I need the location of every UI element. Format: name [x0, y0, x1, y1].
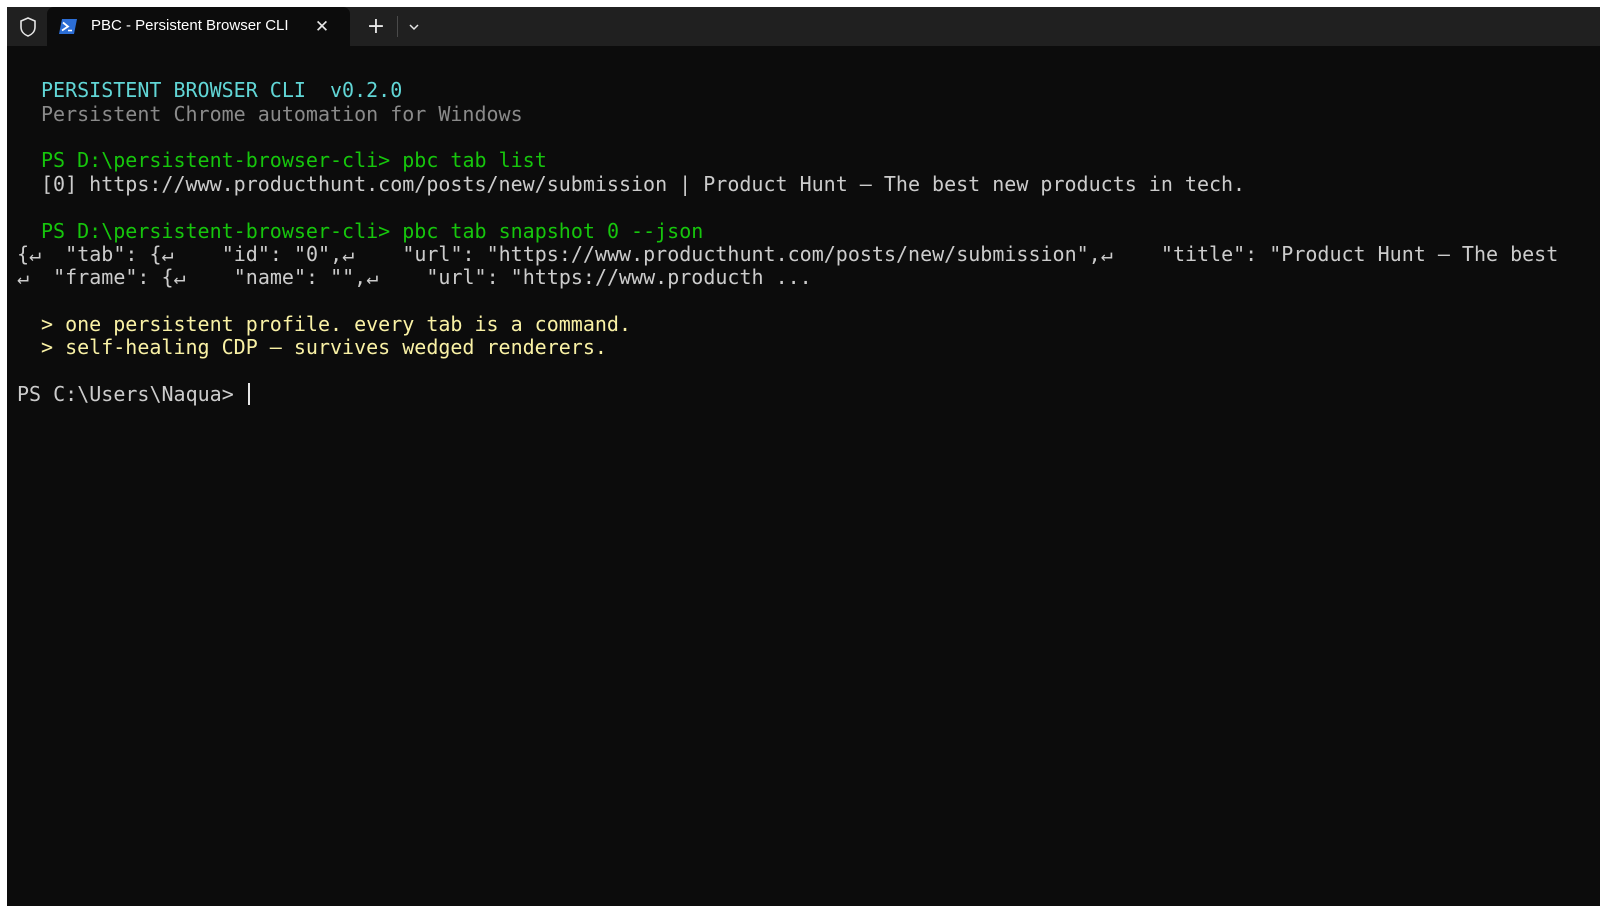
- tagline-2: > self-healing CDP – survives wedged ren…: [41, 335, 607, 359]
- powershell-icon: [58, 18, 78, 35]
- new-tab-button[interactable]: +: [362, 14, 390, 40]
- shield-icon[interactable]: [17, 16, 39, 38]
- banner-subtitle: Persistent Chrome automation for Windows: [41, 102, 523, 126]
- terminal-output[interactable]: PERSISTENT BROWSER CLI v0.2.0 Persistent…: [7, 46, 1600, 906]
- tab-title: PBC - Persistent Browser CLI: [91, 17, 289, 34]
- close-icon[interactable]: ✕: [311, 16, 333, 38]
- chevron-down-icon: [409, 24, 419, 31]
- command-text: pbc tab list: [402, 148, 547, 172]
- command-line-1: PS D:\persistent-browser-cli> pbc tab li…: [41, 148, 547, 173]
- active-tab[interactable]: PBC - Persistent Browser CLI ✕: [47, 7, 350, 46]
- json-output-line-2: ↵ "frame": {↵ "name": "",↵ "url": "https…: [17, 265, 812, 289]
- json-output-line-1: {↵ "tab": {↵ "id": "0",↵ "url": "https:/…: [17, 242, 1559, 266]
- prompt: PS D:\persistent-browser-cli>: [41, 219, 391, 243]
- tagline-1: > one persistent profile. every tab is a…: [41, 312, 632, 336]
- text-cursor: [247, 383, 250, 405]
- prompt: PS D:\persistent-browser-cli>: [41, 148, 391, 172]
- input-prompt-line[interactable]: PS C:\Users\Naqua>: [17, 382, 250, 407]
- plus-icon: +: [366, 14, 386, 39]
- titlebar-divider: [397, 16, 398, 37]
- prompt: PS C:\Users\Naqua>: [17, 382, 234, 406]
- command-text: pbc tab snapshot 0 --json: [402, 219, 704, 243]
- banner-title: PERSISTENT BROWSER CLI v0.2.0: [41, 78, 403, 102]
- tab-dropdown-button[interactable]: [403, 16, 425, 38]
- command-line-2: PS D:\persistent-browser-cli> pbc tab sn…: [41, 219, 704, 244]
- command-output-1: [0] https://www.producthunt.com/posts/ne…: [41, 172, 1246, 196]
- terminal-window: PBC - Persistent Browser CLI ✕ + PERSIST…: [7, 7, 1600, 906]
- title-bar: PBC - Persistent Browser CLI ✕ +: [7, 7, 1600, 46]
